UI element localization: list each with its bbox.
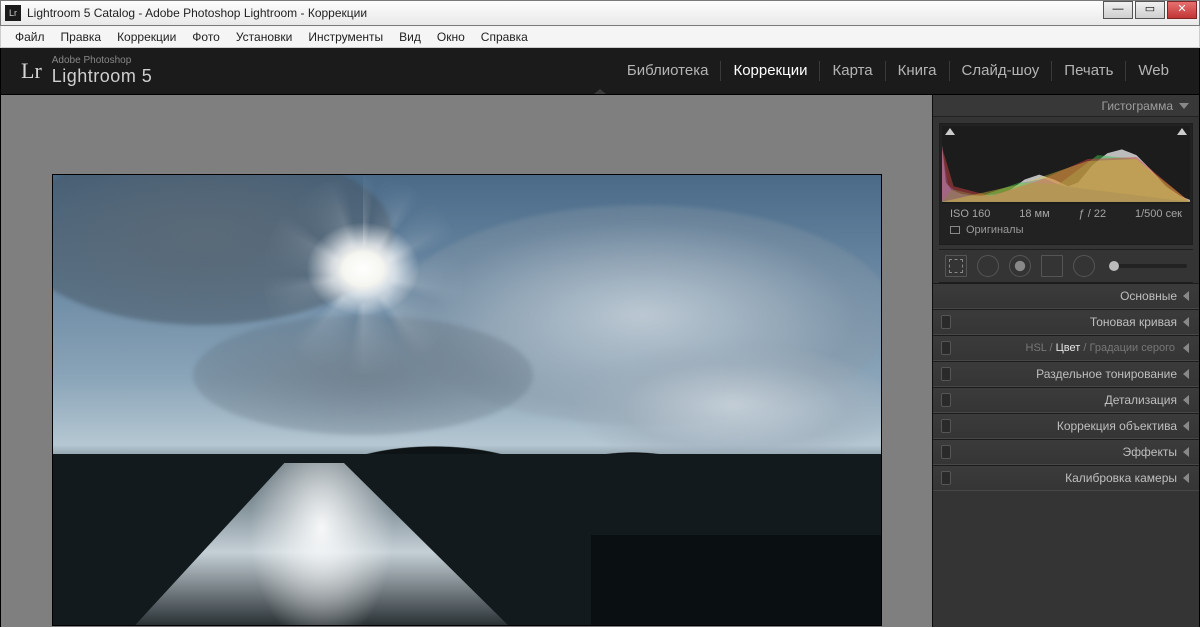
module-picker: Библиотека Коррекции Карта Книга Слайд-ш… — [615, 48, 1181, 94]
exif-iso: ISO 160 — [950, 208, 990, 220]
panel-lenscorrection[interactable]: Коррекция объектива — [933, 413, 1199, 439]
originals-label: Оригиналы — [966, 224, 1024, 236]
exif-aperture: ƒ / 22 — [1079, 208, 1107, 220]
panel-lenscorrection-label: Коррекция объектива — [1057, 419, 1177, 433]
module-book[interactable]: Книга — [885, 61, 949, 81]
histogram-header[interactable]: Гистограмма — [933, 95, 1199, 117]
product-superscript: Adobe Photoshop — [52, 56, 153, 66]
chevron-left-icon — [1183, 447, 1189, 457]
brush-size-slider[interactable] — [1109, 264, 1187, 268]
menu-view[interactable]: Вид — [391, 26, 429, 48]
tab-bw[interactable]: Градации серого — [1090, 342, 1176, 354]
menu-settings[interactable]: Установки — [228, 26, 300, 48]
chevron-down-icon — [1179, 103, 1189, 109]
panel-effects[interactable]: Эффекты — [933, 439, 1199, 465]
histogram[interactable] — [942, 126, 1190, 204]
crop-tool[interactable] — [945, 255, 967, 277]
product-name: Adobe Photoshop Lightroom 5 — [52, 56, 153, 87]
panel-basic-label: Основные — [1120, 289, 1177, 303]
canvas-area — [1, 95, 932, 627]
histogram-header-label: Гистограмма — [1102, 99, 1173, 113]
panel-switch-icon[interactable] — [941, 367, 951, 381]
workspace: Гистограмма ISO 160 — [1, 95, 1199, 627]
chevron-left-icon — [1183, 473, 1189, 483]
panel-switch-icon[interactable] — [941, 471, 951, 485]
histogram-chart — [942, 126, 1190, 202]
app-icon: Lr — [5, 5, 21, 21]
menu-tools[interactable]: Инструменты — [300, 26, 391, 48]
radial-filter-tool[interactable] — [1073, 255, 1095, 277]
menu-window[interactable]: Окно — [429, 26, 473, 48]
menu-edit[interactable]: Правка — [53, 26, 110, 48]
chevron-left-icon — [1183, 421, 1189, 431]
exif-focal: 18 мм — [1019, 208, 1049, 220]
expand-right-icon[interactable] — [1191, 337, 1196, 349]
app-shell: Lr Adobe Photoshop Lightroom 5 Библиотек… — [0, 48, 1200, 627]
graduated-filter-tool[interactable] — [1041, 255, 1063, 277]
panel-detail-label: Детализация — [1105, 393, 1177, 407]
originals-row[interactable]: Оригиналы — [942, 222, 1190, 242]
photo-preview[interactable] — [53, 175, 881, 625]
histogram-box: ISO 160 18 мм ƒ / 22 1/500 сек Оригиналы — [939, 123, 1193, 245]
exif-shutter: 1/500 сек — [1135, 208, 1182, 220]
close-button[interactable]: ✕ — [1167, 1, 1197, 19]
module-slideshow[interactable]: Слайд-шоу — [949, 61, 1052, 81]
panel-effects-label: Эффекты — [1122, 445, 1177, 459]
exif-strip: ISO 160 18 мм ƒ / 22 1/500 сек — [942, 204, 1190, 222]
chevron-left-icon — [1183, 343, 1189, 353]
panel-detail[interactable]: Детализация — [933, 387, 1199, 413]
hsl-tabs: HSL / Цвет / Градации серого — [1026, 342, 1176, 354]
tool-strip — [939, 249, 1193, 283]
panel-hsl[interactable]: HSL / Цвет / Градации серого — [933, 335, 1199, 361]
panel-tonecurve[interactable]: Тоновая кривая — [933, 309, 1199, 335]
chevron-left-icon — [1183, 317, 1189, 327]
lr-mark-icon: Lr — [21, 58, 42, 84]
module-web[interactable]: Web — [1125, 61, 1181, 81]
tab-hsl[interactable]: HSL — [1026, 342, 1047, 354]
panel-switch-icon[interactable] — [941, 445, 951, 459]
spot-removal-tool[interactable] — [977, 255, 999, 277]
chevron-left-icon — [1183, 291, 1189, 301]
panel-splittoning-label: Раздельное тонирование — [1036, 367, 1177, 381]
product-main: Lightroom 5 — [52, 66, 153, 86]
maximize-button[interactable]: ▭ — [1135, 1, 1165, 19]
menu-file[interactable]: Файл — [7, 26, 53, 48]
identity-bar: Lr Adobe Photoshop Lightroom 5 Библиотек… — [1, 48, 1199, 95]
minimize-button[interactable]: — — [1103, 1, 1133, 19]
redeye-tool[interactable] — [1009, 255, 1031, 277]
module-map[interactable]: Карта — [819, 61, 884, 81]
chevron-left-icon — [1183, 395, 1189, 405]
panel-tonecurve-label: Тоновая кривая — [1090, 315, 1177, 329]
panel-switch-icon[interactable] — [941, 315, 951, 329]
collapse-top-icon[interactable] — [594, 89, 606, 94]
menu-develop[interactable]: Коррекции — [109, 26, 184, 48]
module-develop[interactable]: Коррекции — [720, 61, 819, 81]
menu-photo[interactable]: Фото — [184, 26, 228, 48]
panel-calibration[interactable]: Калибровка камеры — [933, 465, 1199, 491]
panel-switch-icon[interactable] — [941, 393, 951, 407]
develop-panel: Гистограмма ISO 160 — [932, 95, 1199, 627]
window-titlebar: Lr Lightroom 5 Catalog - Adobe Photoshop… — [0, 0, 1200, 26]
module-print[interactable]: Печать — [1051, 61, 1125, 81]
panel-splittoning[interactable]: Раздельное тонирование — [933, 361, 1199, 387]
menu-help[interactable]: Справка — [473, 26, 536, 48]
menu-bar: Файл Правка Коррекции Фото Установки Инс… — [0, 26, 1200, 48]
window-title: Lightroom 5 Catalog - Adobe Photoshop Li… — [27, 6, 367, 20]
panel-calibration-label: Калибровка камеры — [1065, 471, 1177, 485]
tab-color[interactable]: Цвет — [1056, 342, 1081, 354]
panel-switch-icon[interactable] — [941, 419, 951, 433]
originals-checkbox-icon — [950, 226, 960, 234]
panel-basic[interactable]: Основные — [933, 283, 1199, 309]
panel-switch-icon[interactable] — [941, 341, 951, 355]
module-library[interactable]: Библиотека — [615, 61, 721, 81]
chevron-left-icon — [1183, 369, 1189, 379]
